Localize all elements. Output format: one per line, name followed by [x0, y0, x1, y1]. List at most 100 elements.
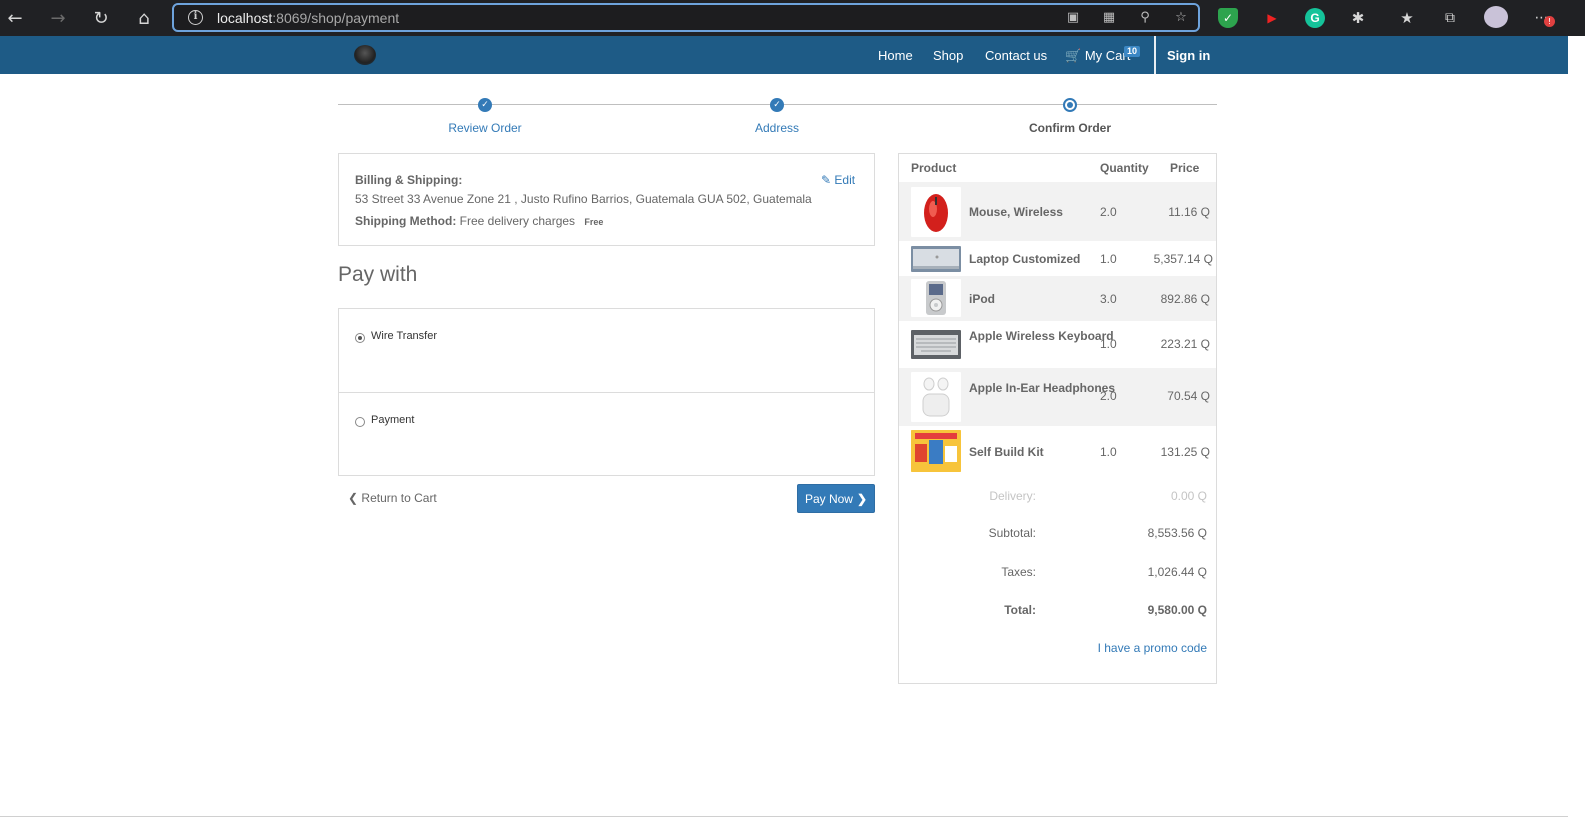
url-text[interactable]: localhost:8069/shop/payment	[217, 10, 399, 26]
product-price: 11.16 Q	[1168, 205, 1210, 219]
taxes-value: 1,026.44 Q	[1147, 565, 1207, 579]
site-info-icon[interactable]: i	[188, 10, 203, 25]
edit-address-link[interactable]: ✎ Edit	[821, 173, 855, 187]
product-price: 5,357.14 Q	[1153, 252, 1213, 266]
product-qty: 2.0	[1100, 389, 1117, 403]
payment-option-wire-transfer[interactable]: Wire Transfer	[339, 309, 874, 393]
table-row: iPod 3.0 892.86 Q	[899, 276, 1216, 321]
product-qty: 2.0	[1100, 205, 1117, 219]
payment-option-payment[interactable]: Payment	[339, 392, 874, 476]
cart-count-badge: 10	[1124, 46, 1141, 57]
zoom-out-icon[interactable]: ⚲	[1136, 10, 1154, 26]
browser-toolbar: ← → ↻ ⌂ i localhost:8069/shop/payment ▣ …	[0, 0, 1585, 36]
subtotal-label: Subtotal:	[988, 526, 1036, 540]
youtube-extension-icon[interactable]: ▶	[1262, 8, 1282, 28]
table-row: Laptop Customized 1.0 5,357.14 Q	[899, 241, 1216, 276]
nav-home[interactable]: Home	[878, 48, 913, 63]
pay-now-label: Pay Now	[804, 491, 853, 506]
page-bottom-border	[0, 816, 1568, 817]
page-scrollbar[interactable]	[1568, 36, 1585, 827]
step-address[interactable]: Address	[755, 121, 799, 135]
kit-thumbnail[interactable]	[911, 430, 961, 472]
step-current-icon	[1063, 98, 1077, 112]
col-product: Product	[911, 161, 957, 175]
add-favorite-icon[interactable]: ☆	[1172, 10, 1190, 26]
product-name[interactable]: Laptop Customized	[969, 250, 1080, 268]
table-row: Apple In-Ear Headphones 2.0 70.54 Q	[899, 368, 1216, 426]
wire-transfer-label[interactable]: Wire Transfer	[371, 330, 437, 342]
address-bar[interactable]: i localhost:8069/shop/payment ▣ ▦ ⚲ ☆	[172, 3, 1200, 32]
notification-badge: !	[1544, 16, 1555, 27]
return-to-cart-label: Return to Cart	[361, 491, 437, 505]
billing-title: Billing & Shipping:	[355, 173, 463, 187]
nav-cart[interactable]: 🛒 My Cart	[1065, 48, 1130, 64]
billing-shipping-panel: Billing & Shipping: 53 Street 33 Avenue …	[338, 153, 875, 246]
product-price: 223.21 Q	[1160, 337, 1210, 351]
product-name[interactable]: Self Build Kit	[969, 443, 1044, 461]
product-name[interactable]: Mouse, Wireless	[969, 203, 1063, 221]
shield-extension-icon[interactable]: ✓	[1218, 8, 1238, 28]
site-navbar: Home Shop Contact us 🛒 My Cart 10 Sign i…	[0, 36, 1568, 74]
nav-divider	[1154, 36, 1156, 74]
total-label: Total:	[1004, 603, 1036, 617]
profile-avatar[interactable]	[1484, 6, 1508, 28]
subtotal-value: 8,553.56 Q	[1147, 526, 1207, 540]
collections-icon[interactable]: ⧉	[1440, 8, 1460, 28]
apps-icon[interactable]: ▦	[1100, 10, 1118, 26]
billing-address: 53 Street 33 Avenue Zone 21 , Justo Rufi…	[355, 192, 812, 206]
payment-label[interactable]: Payment	[371, 414, 414, 426]
pay-with-heading: Pay with	[338, 263, 418, 286]
laptop-thumbnail[interactable]	[911, 246, 961, 272]
ipod-thumbnail[interactable]	[911, 279, 961, 317]
total-value: 9,580.00 Q	[1147, 603, 1207, 617]
site-logo[interactable]	[354, 45, 376, 65]
nav-shop[interactable]: Shop	[933, 48, 963, 63]
forward-icon[interactable]: →	[45, 6, 71, 30]
taxes-label: Taxes:	[1001, 565, 1036, 579]
product-name[interactable]: Apple In-Ear Headphones	[969, 379, 1115, 397]
step-check-icon: ✓	[770, 98, 784, 112]
back-icon[interactable]: ←	[2, 6, 28, 30]
headphones-thumbnail[interactable]	[911, 372, 961, 422]
home-icon[interactable]: ⌂	[131, 6, 157, 30]
col-quantity: Quantity	[1100, 161, 1149, 175]
product-qty: 1.0	[1100, 445, 1117, 459]
shipping-method-value: Free delivery charges	[459, 214, 576, 228]
step-confirm-order: Confirm Order	[1028, 121, 1112, 135]
shipping-method: Shipping Method: Free delivery charges F…	[355, 214, 603, 228]
product-name[interactable]: Apple Wireless Keyboard	[969, 327, 1114, 345]
device-icon[interactable]: ▣	[1064, 10, 1082, 26]
chevron-left-icon: ❮	[348, 491, 359, 505]
reload-icon[interactable]: ↻	[88, 6, 114, 30]
table-row: Self Build Kit 1.0 131.25 Q	[899, 426, 1216, 479]
sign-in-link[interactable]: Sign in	[1167, 48, 1210, 63]
delivery-label: Delivery:	[989, 489, 1036, 503]
nav-contact[interactable]: Contact us	[985, 48, 1047, 63]
edit-label: Edit	[834, 173, 856, 187]
chevron-right-icon: ❯	[856, 491, 868, 506]
col-price: Price	[1170, 161, 1200, 175]
favorites-icon[interactable]: ★	[1397, 8, 1417, 28]
product-price: 892.86 Q	[1160, 292, 1210, 306]
step-review-order[interactable]: Review Order	[448, 121, 521, 135]
product-name[interactable]: iPod	[969, 290, 995, 308]
product-qty: 1.0	[1100, 337, 1117, 351]
order-summary: Product Quantity Price Mouse, Wireless 2…	[898, 153, 1217, 684]
cart-icon: 🛒	[1065, 48, 1082, 63]
table-row: Mouse, Wireless 2.0 11.16 Q	[899, 182, 1216, 241]
mouse-thumbnail[interactable]	[911, 187, 961, 237]
pay-now-button[interactable]: Pay Now ❯	[797, 484, 875, 513]
return-to-cart-link[interactable]: ❮ Return to Cart	[348, 491, 437, 505]
keyboard-thumbnail[interactable]	[911, 330, 961, 359]
product-price: 70.54 Q	[1167, 389, 1210, 403]
grammarly-extension-icon[interactable]: G	[1305, 8, 1325, 28]
product-qty: 3.0	[1100, 292, 1117, 306]
promo-code-link[interactable]: I have a promo code	[1098, 641, 1207, 655]
extensions-icon[interactable]: ✱	[1348, 8, 1368, 28]
wire-transfer-radio[interactable]	[355, 333, 365, 343]
shipping-method-label: Shipping Method:	[355, 214, 457, 228]
edit-icon: ✎	[821, 173, 832, 187]
payment-radio[interactable]	[355, 417, 365, 427]
product-qty: 1.0	[1100, 252, 1117, 266]
step-check-icon: ✓	[478, 98, 492, 112]
